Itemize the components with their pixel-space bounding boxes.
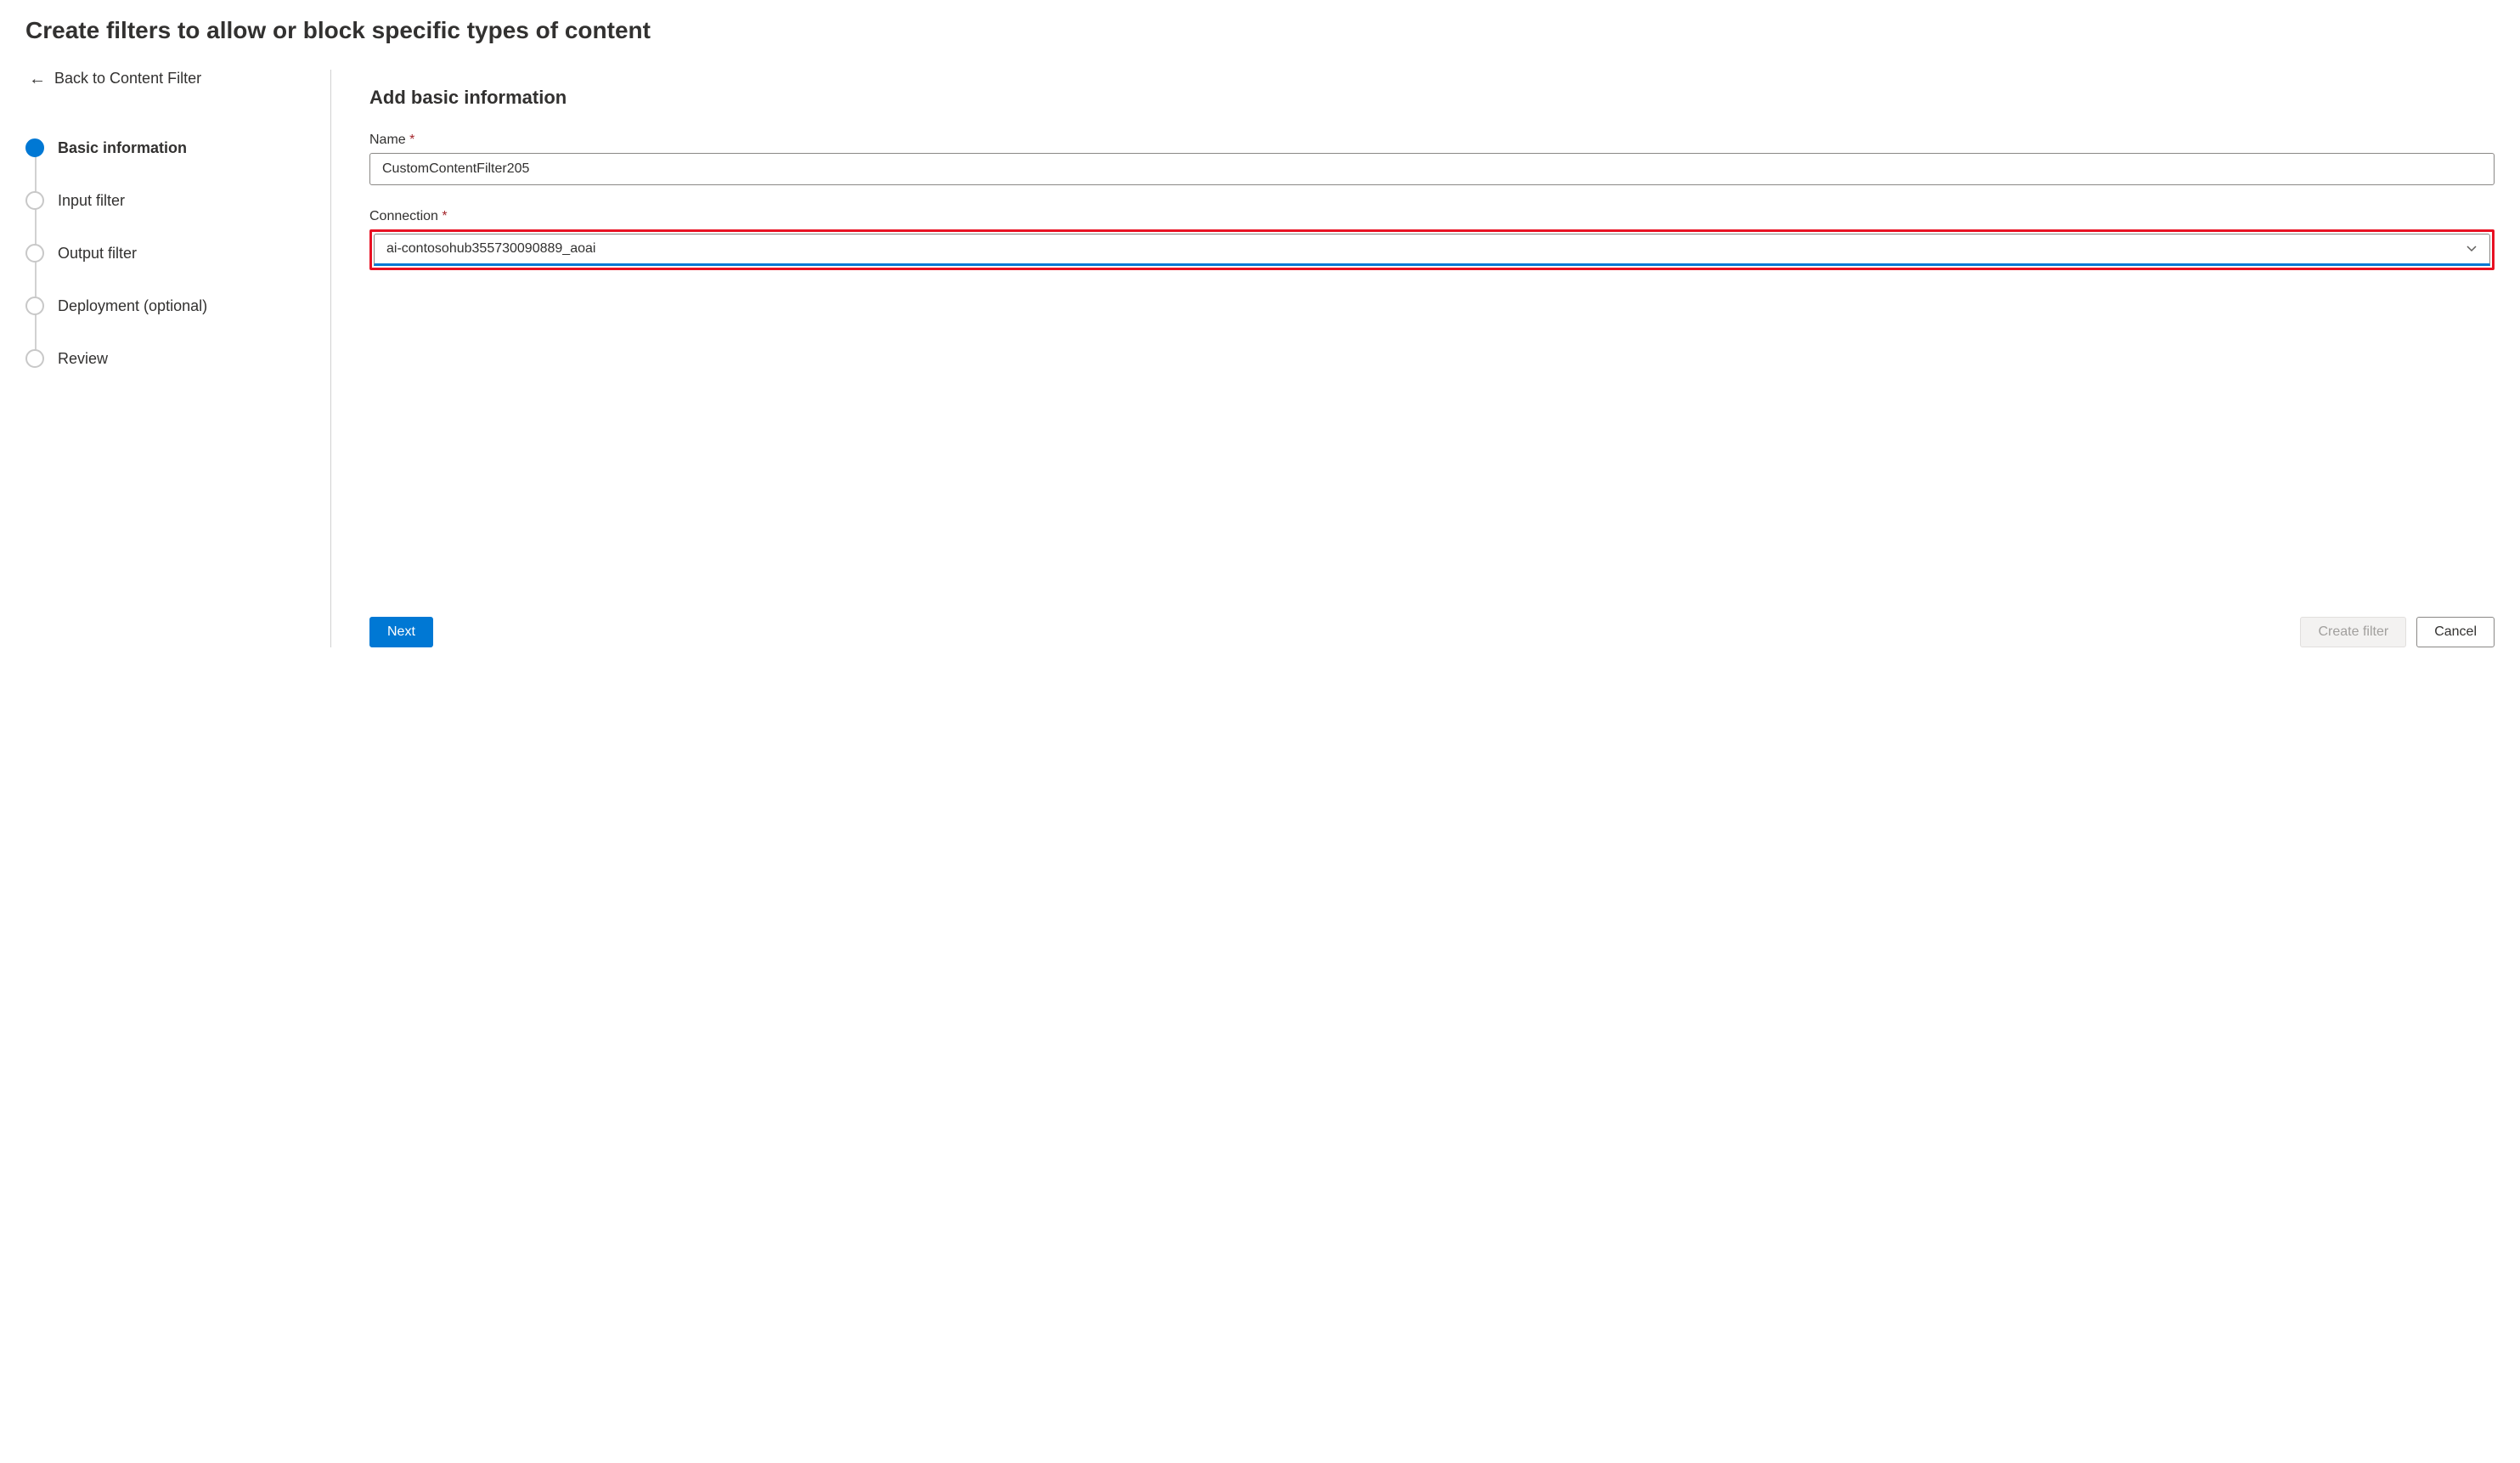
sidebar: ← Back to Content Filter Basic informati…: [25, 70, 331, 647]
section-title: Add basic information: [369, 87, 2495, 109]
step-label: Output filter: [58, 245, 137, 263]
step-circle-icon: [25, 138, 44, 157]
name-label: Name *: [369, 133, 2495, 148]
page-title: Create filters to allow or block specifi…: [25, 17, 2495, 44]
step-circle-icon: [25, 349, 44, 368]
step-label: Basic information: [58, 139, 187, 157]
connection-label-text: Connection: [369, 209, 438, 223]
step-output-filter[interactable]: Output filter: [25, 227, 313, 280]
connection-select-highlight: ai-contosohub355730090889_aoai: [369, 229, 2495, 270]
name-field-group: Name *: [369, 133, 2495, 185]
connection-field-group: Connection * ai-contosohub355730090889_a…: [369, 209, 2495, 270]
step-label: Review: [58, 350, 108, 368]
step-label: Deployment (optional): [58, 297, 207, 315]
footer-right-buttons: Create filter Cancel: [2300, 617, 2495, 647]
step-circle-icon: [25, 297, 44, 315]
required-asterisk: *: [442, 209, 447, 223]
next-button[interactable]: Next: [369, 617, 433, 647]
step-circle-icon: [25, 244, 44, 263]
footer: Next Create filter Cancel: [369, 591, 2495, 647]
step-circle-icon: [25, 191, 44, 210]
step-input-filter[interactable]: Input filter: [25, 174, 313, 227]
cancel-button[interactable]: Cancel: [2416, 617, 2495, 647]
layout-container: ← Back to Content Filter Basic informati…: [25, 70, 2495, 647]
name-input[interactable]: [369, 153, 2495, 185]
create-filter-button: Create filter: [2300, 617, 2406, 647]
wizard-steps: Basic information Input filter Output fi…: [25, 121, 313, 385]
name-label-text: Name: [369, 133, 406, 147]
step-label: Input filter: [58, 192, 125, 210]
required-asterisk: *: [409, 133, 414, 147]
connection-selected-value: ai-contosohub355730090889_aoai: [386, 241, 595, 257]
arrow-left-icon: ←: [29, 71, 46, 88]
chevron-down-icon: [2466, 242, 2478, 257]
connection-select[interactable]: ai-contosohub355730090889_aoai: [374, 234, 2490, 266]
back-to-content-filter-link[interactable]: ← Back to Content Filter: [25, 70, 313, 88]
back-link-label: Back to Content Filter: [54, 70, 201, 88]
step-deployment[interactable]: Deployment (optional): [25, 280, 313, 332]
step-review[interactable]: Review: [25, 332, 313, 385]
main-content: Add basic information Name * Connection …: [331, 70, 2495, 647]
step-basic-information[interactable]: Basic information: [25, 121, 313, 174]
connection-label: Connection *: [369, 209, 2495, 224]
